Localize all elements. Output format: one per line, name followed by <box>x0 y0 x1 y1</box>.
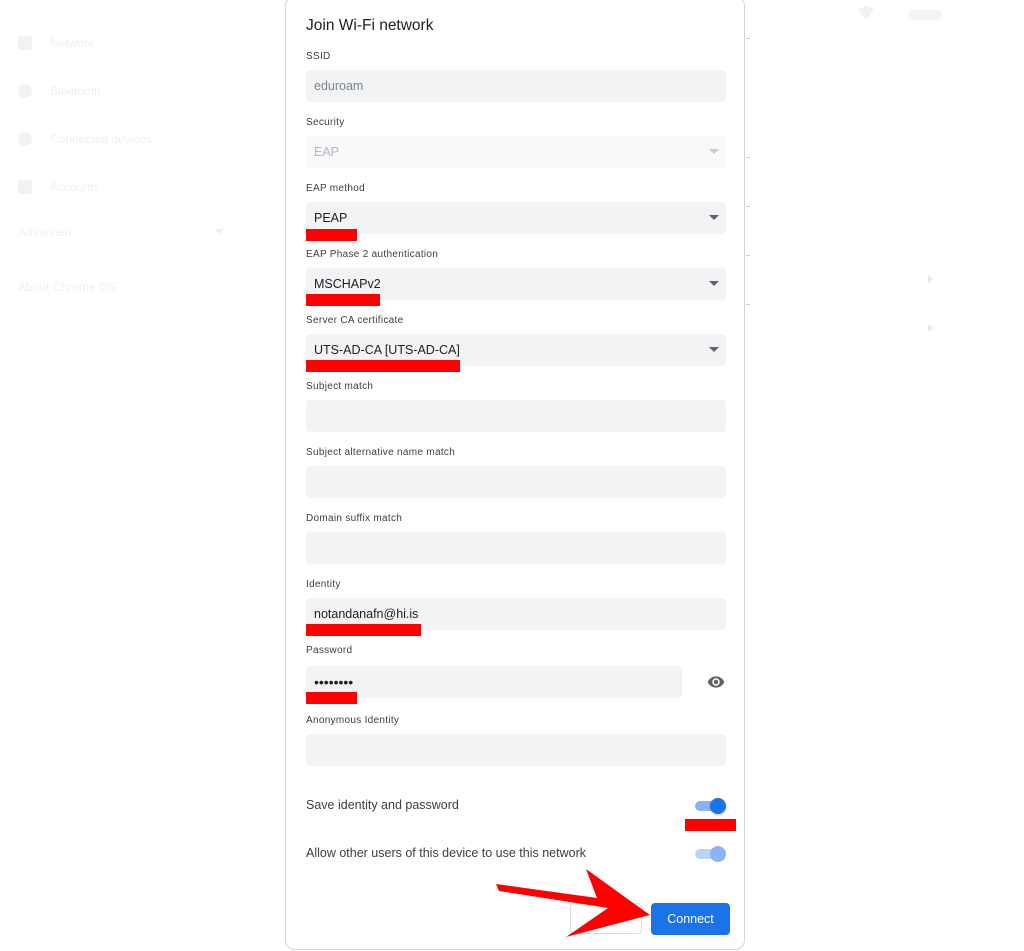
devices-icon <box>18 132 32 146</box>
subject-alt-label: Subject alternative name match <box>306 447 456 458</box>
toggle-knob <box>710 798 726 814</box>
security-label: Security <box>306 117 345 128</box>
bg-sidebar-item: Accounts <box>18 177 99 197</box>
server-ca-label: Server CA certificate <box>306 315 404 326</box>
bluetooth-icon <box>18 84 32 98</box>
chevron-right-icon <box>928 324 933 332</box>
share-network-toggle[interactable] <box>694 845 728 863</box>
identity-label: Identity <box>306 579 341 590</box>
ssid-label: SSID <box>306 51 331 62</box>
accounts-icon <box>18 180 32 194</box>
bg-divider <box>746 157 750 158</box>
bg-sidebar-item: Connected devices <box>18 129 152 149</box>
connect-button[interactable]: Connect <box>651 903 730 935</box>
chevron-down-icon <box>709 281 719 286</box>
save-identity-label: Save identity and password <box>306 798 459 812</box>
share-network-label: Allow other users of this device to use … <box>306 846 586 860</box>
bg-sidebar-item: Bluetooth <box>18 81 101 101</box>
anonymous-identity-label: Anonymous Identity <box>306 715 400 726</box>
subject-alt-input[interactable] <box>306 466 726 498</box>
chevron-down-icon <box>709 149 719 154</box>
annotation-underline <box>306 692 357 704</box>
anonymous-identity-input[interactable] <box>306 734 726 766</box>
domain-suffix-input[interactable] <box>306 532 726 564</box>
chevron-down-icon <box>709 347 719 352</box>
bg-sidebar-section: Advanced <box>18 225 72 239</box>
chevron-down-icon <box>215 229 223 234</box>
chevron-down-icon <box>709 215 719 220</box>
domain-suffix-label: Domain suffix match <box>306 513 403 524</box>
chevron-right-icon <box>928 275 933 283</box>
eap-method-select[interactable]: PEAP <box>306 202 726 234</box>
bg-toggle <box>908 10 942 20</box>
annotation-underline <box>306 294 380 306</box>
wifi-icon <box>858 6 874 20</box>
bg-divider <box>746 38 750 39</box>
bg-sidebar-footer: About Chrome OS <box>18 280 117 294</box>
subject-match-label: Subject match <box>306 381 374 392</box>
password-input[interactable]: •••••••• <box>306 666 682 698</box>
annotation-underline <box>306 360 460 372</box>
password-label: Password <box>306 645 353 656</box>
screen: Network Bluetooth Connected devices Acco… <box>0 0 1024 951</box>
subject-match-input[interactable] <box>306 400 726 432</box>
toggle-knob <box>710 846 726 862</box>
dialog-title: Join Wi-Fi network <box>306 17 434 34</box>
save-identity-toggle[interactable] <box>694 797 728 815</box>
bg-sidebar-item: Network <box>18 33 94 53</box>
security-select[interactable]: EAP <box>306 136 726 168</box>
bg-divider <box>746 255 750 256</box>
eye-icon[interactable] <box>706 673 726 691</box>
annotation-underline <box>306 229 357 241</box>
phase2-label: EAP Phase 2 authentication <box>306 249 439 260</box>
cancel-button[interactable] <box>570 903 642 934</box>
bg-divider <box>746 304 750 305</box>
annotation-underline <box>685 819 736 831</box>
eap-method-label: EAP method <box>306 183 365 194</box>
annotation-underline <box>306 624 421 636</box>
network-icon <box>18 36 32 50</box>
ssid-input[interactable]: eduroam <box>306 70 726 102</box>
bg-divider <box>746 206 750 207</box>
